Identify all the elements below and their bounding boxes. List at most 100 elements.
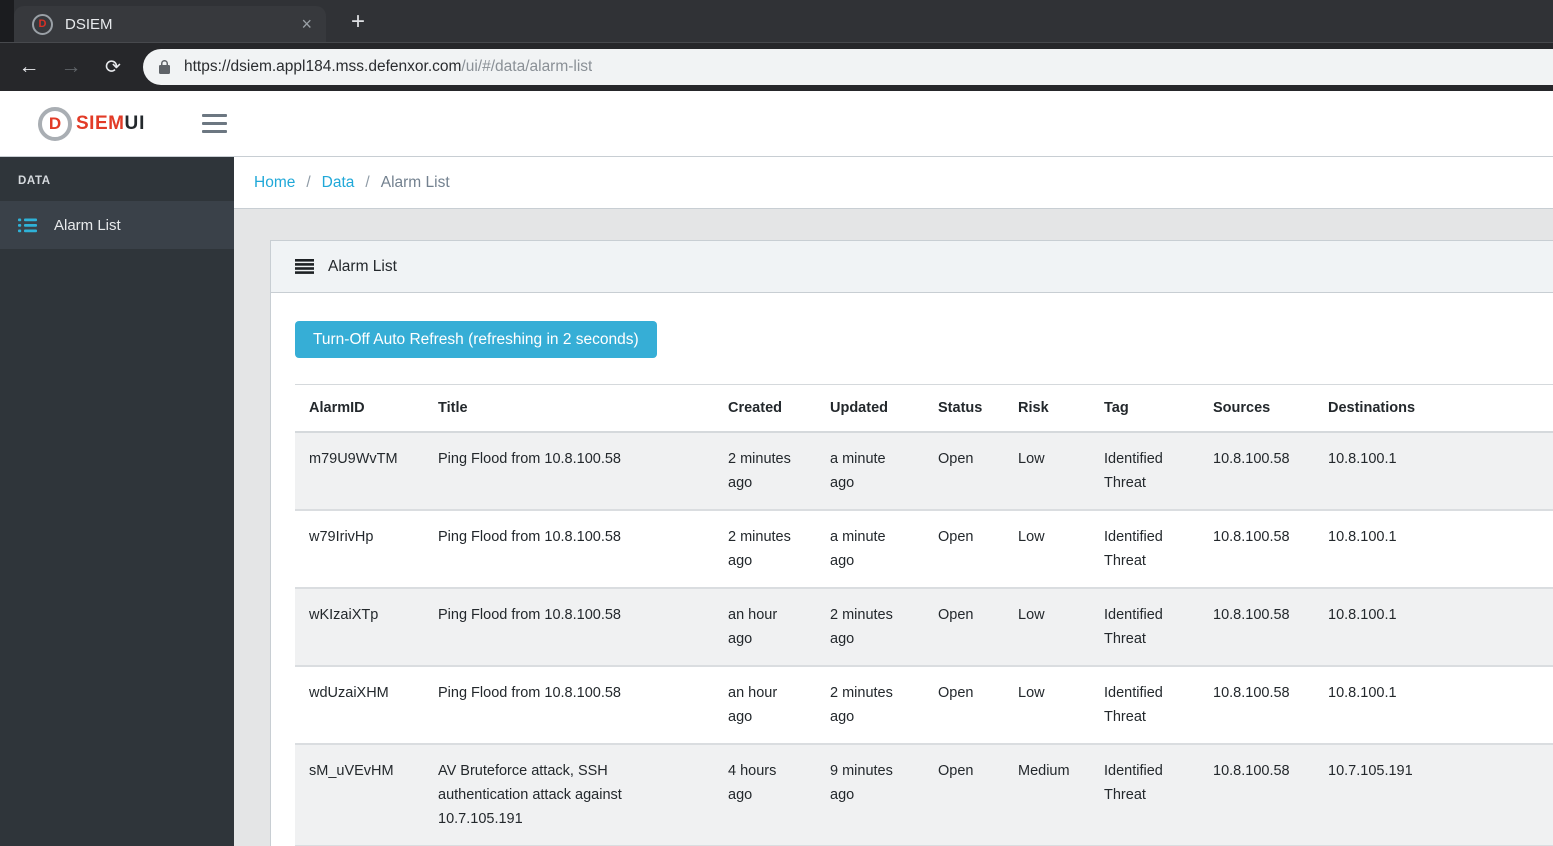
list-icon <box>18 218 37 233</box>
cell-alarm_id: wKIzaiXTp <box>295 588 424 666</box>
table-row[interactable]: w79IrivHpPing Flood from 10.8.100.582 mi… <box>295 510 1553 588</box>
cell-destinations: 10.8.100.1 <box>1314 588 1553 666</box>
cell-status: Open <box>924 666 1004 744</box>
dsiem-favicon-icon: D <box>32 14 53 35</box>
cell-alarm_id: w79IrivHp <box>295 510 424 588</box>
cell-sources: 10.8.100.58 <box>1199 588 1314 666</box>
cell-destinations: 10.7.105.191 <box>1314 744 1553 846</box>
sidebar-item-label: Alarm List <box>54 217 121 234</box>
cell-title: Ping Flood from 10.8.100.58 <box>424 666 714 744</box>
main-area: Home / Data / Alarm List Alarm List Turn… <box>234 157 1553 846</box>
cell-title: Ping Flood from 10.8.100.58 <box>424 510 714 588</box>
dsiem-logo[interactable]: D SIEM UI <box>38 107 145 141</box>
cell-risk: Low <box>1004 666 1090 744</box>
column-header-created: Created <box>714 385 816 433</box>
logo-text-siem: SIEM <box>76 113 124 135</box>
sidebar: DATA Alarm List <box>0 157 234 846</box>
breadcrumb-separator: / <box>295 174 321 192</box>
app-body: DATA Alarm List Home / Data / Alarm List <box>0 157 1553 846</box>
cell-destinations: 10.8.100.1 <box>1314 510 1553 588</box>
url-text: https://dsiem.appl184.mss.defenxor.com/u… <box>184 58 592 76</box>
logo-text-ui: UI <box>124 113 145 135</box>
cell-destinations: 10.8.100.1 <box>1314 666 1553 744</box>
cell-sources: 10.8.100.58 <box>1199 666 1314 744</box>
cell-risk: Medium <box>1004 744 1090 846</box>
card-body: Turn-Off Auto Refresh (refreshing in 2 s… <box>271 293 1553 846</box>
column-header-updated: Updated <box>816 385 924 433</box>
column-header-sources: Sources <box>1199 385 1314 433</box>
breadcrumb: Home / Data / Alarm List <box>234 157 1553 209</box>
table-header-row: AlarmIDTitleCreatedUpdatedStatusRiskTagS… <box>295 385 1553 433</box>
cell-alarm_id: m79U9WvTM <box>295 432 424 510</box>
toggler-bar <box>202 114 227 117</box>
cell-tag: Identified Threat <box>1090 432 1199 510</box>
browser-toolbar: ← → ⟳ https://dsiem.appl184.mss.defenxor… <box>0 43 1553 91</box>
cell-title: AV Bruteforce attack, SSH authentication… <box>424 744 714 846</box>
card-header: Alarm List <box>271 241 1553 293</box>
cell-created: an hour ago <box>714 588 816 666</box>
column-header-risk: Risk <box>1004 385 1090 433</box>
app-header: D SIEM UI <box>0 91 1553 157</box>
cell-risk: Low <box>1004 588 1090 666</box>
cell-status: Open <box>924 510 1004 588</box>
cell-sources: 10.8.100.58 <box>1199 510 1314 588</box>
new-tab-button[interactable]: + <box>342 7 374 39</box>
breadcrumb-current: Alarm List <box>381 174 450 192</box>
cell-tag: Identified Threat <box>1090 588 1199 666</box>
auto-refresh-toggle-button[interactable]: Turn-Off Auto Refresh (refreshing in 2 s… <box>295 321 657 358</box>
cell-updated: 2 minutes ago <box>816 666 924 744</box>
url-path: /ui/#/data/alarm-list <box>461 58 592 75</box>
table-row[interactable]: sM_uVEvHMAV Bruteforce attack, SSH authe… <box>295 744 1553 846</box>
cell-status: Open <box>924 744 1004 846</box>
tab-strip: D DSIEM × + <box>0 0 1553 43</box>
table-row[interactable]: wKIzaiXTpPing Flood from 10.8.100.58an h… <box>295 588 1553 666</box>
cell-alarm_id: sM_uVEvHM <box>295 744 424 846</box>
back-button[interactable]: ← <box>8 55 50 79</box>
forward-button[interactable]: → <box>50 55 92 79</box>
breadcrumb-separator: / <box>354 174 380 192</box>
url-host: https://dsiem.appl184.mss.defenxor.com <box>184 58 461 75</box>
sidebar-section-data: DATA <box>0 157 234 201</box>
cell-tag: Identified Threat <box>1090 666 1199 744</box>
reload-button[interactable]: ⟳ <box>92 56 134 79</box>
address-bar[interactable]: https://dsiem.appl184.mss.defenxor.com/u… <box>143 49 1553 85</box>
cell-updated: a minute ago <box>816 432 924 510</box>
lock-icon <box>158 59 171 75</box>
column-header-title: Title <box>424 385 714 433</box>
cell-updated: 2 minutes ago <box>816 588 924 666</box>
column-header-tag: Tag <box>1090 385 1199 433</box>
breadcrumb-data-link[interactable]: Data <box>322 174 355 192</box>
column-header-alarm_id: AlarmID <box>295 385 424 433</box>
cell-status: Open <box>924 588 1004 666</box>
table-row[interactable]: wdUzaiXHMPing Flood from 10.8.100.58an h… <box>295 666 1553 744</box>
window-corner <box>0 0 14 42</box>
sidebar-toggle-button[interactable] <box>202 109 227 138</box>
cell-risk: Low <box>1004 510 1090 588</box>
cell-tag: Identified Threat <box>1090 510 1199 588</box>
table-row[interactable]: m79U9WvTMPing Flood from 10.8.100.582 mi… <box>295 432 1553 510</box>
breadcrumb-home-link[interactable]: Home <box>254 174 295 192</box>
sidebar-item-alarm-list[interactable]: Alarm List <box>0 201 234 249</box>
toggler-bar <box>202 122 227 125</box>
cell-sources: 10.8.100.58 <box>1199 744 1314 846</box>
menu-icon <box>295 259 314 274</box>
cell-risk: Low <box>1004 432 1090 510</box>
cell-created: an hour ago <box>714 666 816 744</box>
cell-destinations: 10.8.100.1 <box>1314 432 1553 510</box>
cell-alarm_id: wdUzaiXHM <box>295 666 424 744</box>
dsiem-logo-icon: D <box>38 107 72 141</box>
column-header-destinations: Destinations <box>1314 385 1553 433</box>
alarm-table: AlarmIDTitleCreatedUpdatedStatusRiskTagS… <box>295 384 1553 846</box>
toggler-bar <box>202 130 227 133</box>
cell-tag: Identified Threat <box>1090 744 1199 846</box>
browser-tab-dsiem[interactable]: D DSIEM × <box>14 6 326 42</box>
cell-created: 4 hours ago <box>714 744 816 846</box>
tab-close-icon[interactable]: × <box>301 15 312 33</box>
cell-created: 2 minutes ago <box>714 432 816 510</box>
alarm-list-card: Alarm List Turn-Off Auto Refresh (refres… <box>270 240 1553 846</box>
cell-created: 2 minutes ago <box>714 510 816 588</box>
cell-sources: 10.8.100.58 <box>1199 432 1314 510</box>
content-area: Alarm List Turn-Off Auto Refresh (refres… <box>234 209 1553 846</box>
column-header-status: Status <box>924 385 1004 433</box>
cell-title: Ping Flood from 10.8.100.58 <box>424 588 714 666</box>
